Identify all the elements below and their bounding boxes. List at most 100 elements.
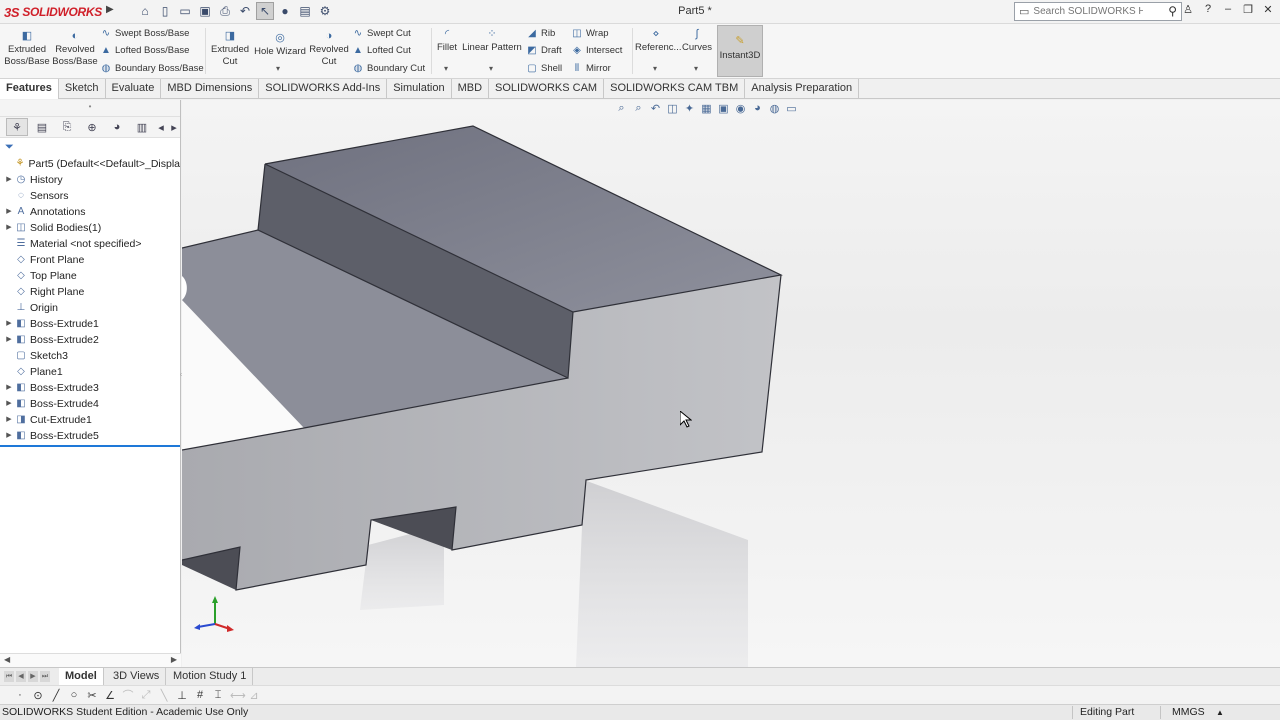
save-icon[interactable]: ▣ — [196, 2, 214, 20]
boundary-cut-button[interactable]: ◍ Boundary Cut — [352, 63, 425, 74]
tree-item-boss-extrude5[interactable]: ▶ ◧ Boss-Extrude5 — [0, 428, 180, 444]
reference-geometry-button[interactable]: ⋄ Referenc... — [635, 28, 681, 54]
bottom-tab-motion-study-1[interactable]: Motion Study 1 — [167, 668, 254, 685]
edit-appearance-icon[interactable]: ◕ — [750, 102, 765, 115]
scroll-left-icon[interactable]: ◀ — [4, 655, 10, 664]
unit-system-text[interactable]: MMGS — [1172, 705, 1205, 720]
circle-icon[interactable]: ○ — [68, 689, 80, 701]
bottom-tab-3d-views[interactable]: 3D Views — [107, 668, 167, 685]
centerline-icon[interactable]: ╲ — [158, 689, 170, 702]
draft-button[interactable]: ◩ Draft — [526, 45, 561, 56]
view-settings-icon[interactable]: ▭ — [784, 102, 799, 115]
grid-icon[interactable]: # — [194, 689, 206, 701]
tree-item-solid-bodies-1[interactable]: ▶ ◫ Solid Bodies(1) — [0, 220, 180, 236]
part-model-3d[interactable] — [182, 100, 1280, 667]
expand-arrow-icon[interactable]: ▶ — [4, 412, 14, 428]
tree-item-cut-extrude1[interactable]: ▶ ◨ Cut-Extrude1 — [0, 412, 180, 428]
expand-arrow-icon[interactable]: ▶ — [4, 316, 14, 332]
menu-flyout-arrow-icon[interactable]: ▶ — [106, 4, 114, 15]
trim-icon[interactable]: ✂ — [86, 689, 98, 702]
first-tab-icon[interactable]: ⏮ — [4, 671, 14, 682]
tab-sketch[interactable]: Sketch — [59, 79, 106, 99]
line-icon[interactable]: ╱ — [50, 689, 62, 702]
print-icon[interactable]: ⎙ — [216, 2, 234, 20]
tab-solidworks-add-ins[interactable]: SOLIDWORKS Add-Ins — [259, 79, 388, 99]
graphics-area[interactable]: ⌕ ⌕ ↶ ◫ ✦ ▦ ▣ ◉ ◕ ◍ ▭ — [182, 100, 1280, 667]
hole-wizard-dropdown-icon[interactable]: ▾ — [276, 64, 280, 73]
boundary-boss-button[interactable]: ◍ Boundary Boss/Base — [100, 63, 204, 74]
tree-item-sketch3[interactable]: ▢ Sketch3 — [0, 348, 180, 364]
point-icon[interactable]: · — [14, 689, 26, 701]
tab-features[interactable]: Features — [0, 79, 59, 99]
close-icon[interactable]: ✕ — [1262, 3, 1274, 16]
solidworks-logo[interactable]: 3S SOLIDWORKS — [4, 3, 102, 21]
view-orientation-icon[interactable]: ▦ — [699, 102, 714, 115]
bottom-tab-model[interactable]: Model — [59, 668, 104, 685]
home-icon[interactable]: ⌂ — [136, 2, 154, 20]
reference-dropdown-icon[interactable]: ▾ — [653, 64, 657, 73]
construction-line-icon[interactable]: ⤢ — [140, 689, 152, 702]
curves-dropdown-icon[interactable]: ▾ — [694, 64, 698, 73]
rebuild-icon[interactable]: ● — [276, 2, 294, 20]
help-icon[interactable]: ? — [1202, 3, 1214, 16]
search-icon[interactable]: ⚲ — [1168, 4, 1177, 18]
tree-item-annotations[interactable]: ▶ A Annotations — [0, 204, 180, 220]
smart-dimension-icon[interactable]: ⊙ — [32, 689, 44, 702]
dimension-icon[interactable]: ⌶ — [212, 689, 224, 702]
expand-arrow-icon[interactable]: ▶ — [4, 332, 14, 348]
horizontal-scrollbar[interactable]: ◀ ▶ — [0, 653, 181, 667]
tab-solidworks-cam[interactable]: SOLIDWORKS CAM — [489, 79, 605, 99]
tree-item-front-plane[interactable]: ◇ Front Plane — [0, 252, 180, 268]
intersect-button[interactable]: ◈ Intersect — [571, 45, 622, 56]
dynamic-annotation-icon[interactable]: ✦ — [682, 102, 697, 115]
tabs-scroll-right-icon[interactable]: ▸ — [169, 118, 179, 136]
user-icon[interactable]: ♙ — [1182, 3, 1194, 16]
lofted-cut-button[interactable]: ▲ Lofted Cut — [352, 45, 411, 56]
cam-manager-tab-icon[interactable]: ▥ — [131, 118, 153, 136]
search-input[interactable] — [1033, 6, 1144, 17]
tab-simulation[interactable]: Simulation — [387, 79, 452, 99]
tab-evaluate[interactable]: Evaluate — [106, 79, 162, 99]
tab-mbd[interactable]: MBD — [452, 79, 490, 99]
swept-boss-button[interactable]: ∿ Swept Boss/Base — [100, 28, 190, 39]
tab-solidworks-cam-tbm[interactable]: SOLIDWORKS CAM TBM — [604, 79, 746, 99]
linear-pattern-dropdown-icon[interactable]: ▾ — [489, 64, 493, 73]
help-search-box[interactable]: ▭ ⚲ — [1014, 2, 1182, 21]
tree-item-boss-extrude2[interactable]: ▶ ◧ Boss-Extrude2 — [0, 332, 180, 348]
tab-analysis-preparation[interactable]: Analysis Preparation — [745, 79, 860, 99]
spline-icon[interactable]: ⌒ — [122, 687, 134, 703]
curves-button[interactable]: ∫ Curves — [680, 28, 714, 54]
display-manager-tab-icon[interactable]: ◕ — [106, 118, 128, 136]
undo-icon[interactable]: ↶ — [236, 2, 254, 20]
tree-item-right-plane[interactable]: ◇ Right Plane — [0, 284, 180, 300]
search-scope-icon[interactable]: ▭ — [1019, 5, 1029, 18]
fillet-dropdown-icon[interactable]: ▾ — [444, 64, 448, 73]
wrap-button[interactable]: ◫ Wrap — [571, 28, 608, 39]
minimize-icon[interactable]: – — [1222, 3, 1234, 16]
fillet-button[interactable]: ◜ Fillet — [435, 28, 459, 54]
swept-cut-button[interactable]: ∿ Swept Cut — [352, 28, 411, 39]
tree-item-material-not-specified[interactable]: ☰ Material <not specified> — [0, 236, 180, 252]
mirror-button[interactable]: ⫴ Mirror — [571, 63, 611, 74]
instant3d-button[interactable]: ✎ Instant3D — [717, 25, 763, 77]
display-style-icon[interactable]: ▣ — [716, 102, 731, 115]
rollback-bar[interactable] — [0, 445, 180, 447]
zoom-to-fit-icon[interactable]: ⌕ — [614, 102, 629, 115]
dimxpert-manager-tab-icon[interactable]: ⊕ — [81, 118, 103, 136]
file-properties-icon[interactable]: ▤ — [296, 2, 314, 20]
mirror-entities-icon[interactable]: ⟷ — [230, 689, 246, 702]
tree-item-boss-extrude1[interactable]: ▶ ◧ Boss-Extrude1 — [0, 316, 180, 332]
hole-wizard-button[interactable]: ◎ Hole Wizard — [254, 32, 306, 58]
zoom-to-area-icon[interactable]: ⌕ — [631, 102, 646, 115]
expand-arrow-icon[interactable]: ▶ — [4, 220, 14, 236]
revolved-cut-button[interactable]: ◑ Revolved Cut — [308, 30, 350, 68]
extruded-cut-button[interactable]: ◨ Extruded Cut — [208, 30, 252, 68]
expand-arrow-icon[interactable]: ▶ — [4, 428, 14, 444]
panel-grip[interactable]: • — [0, 100, 180, 116]
feature-manager-tab-icon[interactable]: ⚘ — [6, 118, 28, 136]
next-tab-icon[interactable]: ▶ — [28, 671, 38, 682]
open-icon[interactable]: ▭ — [176, 2, 194, 20]
prev-tab-icon[interactable]: ◀ — [16, 671, 26, 682]
lofted-boss-button[interactable]: ▲ Lofted Boss/Base — [100, 45, 189, 56]
extruded-boss-button[interactable]: ◧ Extruded Boss/Base — [4, 30, 50, 68]
